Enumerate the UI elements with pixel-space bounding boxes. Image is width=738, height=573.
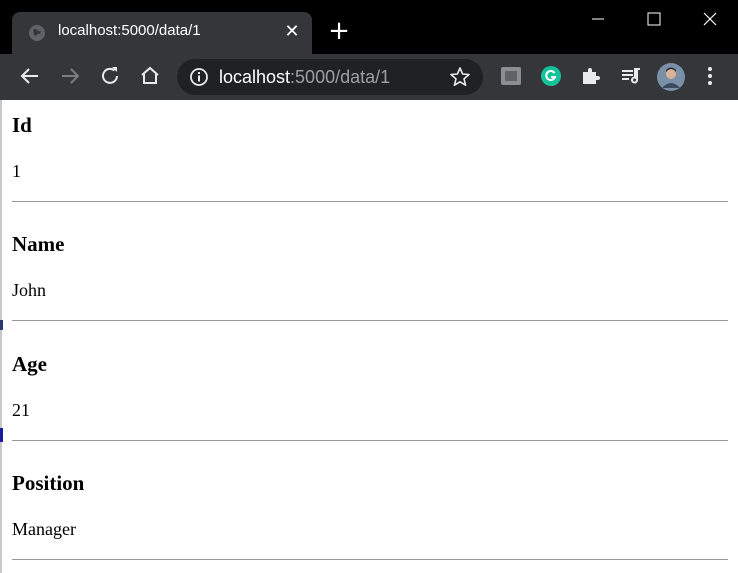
extensions-puzzle-icon[interactable] bbox=[579, 64, 603, 88]
grammarly-icon[interactable] bbox=[539, 64, 563, 88]
field-value: 21 bbox=[12, 400, 30, 420]
url-path: :5000/data/1 bbox=[290, 67, 391, 87]
tab-title: localhost:5000/data/1 bbox=[58, 22, 201, 39]
back-arrow-icon[interactable] bbox=[18, 64, 42, 88]
url-text[interactable]: localhost:5000/data/1 bbox=[219, 67, 390, 88]
field-value: John bbox=[12, 280, 47, 300]
field-label: Id bbox=[12, 113, 32, 137]
divider bbox=[12, 201, 728, 202]
field-value: 1 bbox=[12, 161, 21, 181]
globe-icon bbox=[29, 25, 45, 41]
minimize-icon[interactable] bbox=[578, 6, 618, 32]
extension-screenshot-icon[interactable] bbox=[499, 64, 523, 88]
home-icon[interactable] bbox=[138, 64, 162, 88]
divider bbox=[12, 320, 728, 321]
window-close-icon[interactable] bbox=[690, 6, 730, 32]
background-window-edge bbox=[0, 428, 3, 442]
new-tab-button[interactable]: + bbox=[328, 18, 350, 44]
reload-icon[interactable] bbox=[98, 64, 122, 88]
window-edge bbox=[0, 100, 2, 573]
maximize-icon[interactable] bbox=[634, 6, 674, 32]
browser-toolbar: localhost:5000/data/1 bbox=[0, 54, 738, 100]
media-queue-icon[interactable] bbox=[619, 64, 643, 88]
page-content bbox=[0, 100, 738, 573]
field-value: Manager bbox=[12, 519, 76, 539]
address-bar[interactable]: localhost:5000/data/1 bbox=[177, 59, 483, 95]
browser-tab[interactable]: localhost:5000/data/1 ✕ bbox=[12, 12, 312, 54]
forward-arrow-icon[interactable] bbox=[58, 64, 82, 88]
field-label: Position bbox=[12, 471, 85, 495]
info-icon[interactable] bbox=[189, 67, 209, 87]
background-window-edge bbox=[0, 320, 3, 330]
more-menu-icon[interactable] bbox=[698, 64, 722, 88]
divider bbox=[12, 559, 728, 560]
tab-close-icon[interactable]: ✕ bbox=[282, 22, 302, 42]
url-host: localhost bbox=[219, 67, 291, 87]
field-label: Age bbox=[12, 352, 47, 376]
profile-avatar[interactable] bbox=[657, 63, 685, 91]
field-label: Name bbox=[12, 232, 65, 256]
browser-titlebar: localhost:5000/data/1 ✕ + bbox=[0, 0, 738, 54]
divider bbox=[12, 440, 728, 441]
bookmark-star-icon[interactable] bbox=[449, 66, 471, 88]
